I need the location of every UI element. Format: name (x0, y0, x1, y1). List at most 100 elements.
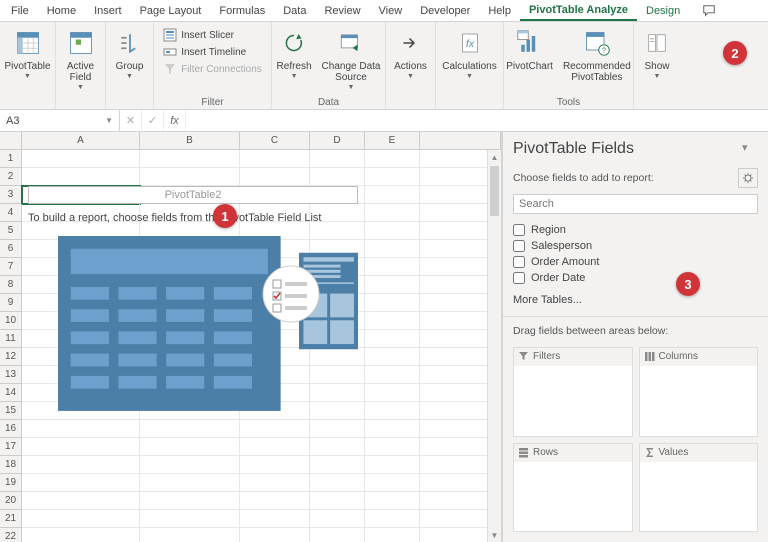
cell[interactable] (240, 438, 310, 456)
row-header[interactable]: 17 (0, 438, 22, 456)
tab-page-layout[interactable]: Page Layout (131, 2, 211, 20)
actions-button[interactable]: Actions ▼ (390, 25, 432, 82)
cell[interactable] (365, 150, 420, 168)
cell[interactable] (240, 528, 310, 542)
row-header[interactable]: 14 (0, 384, 22, 402)
tab-home[interactable]: Home (38, 2, 85, 20)
rows-drop-zone[interactable]: Rows (513, 443, 633, 533)
fx-button[interactable]: fx (164, 110, 186, 131)
row-header[interactable]: 2 (0, 168, 22, 186)
field-item[interactable]: Order Amount (513, 254, 758, 270)
row-header[interactable]: 6 (0, 240, 22, 258)
row-header[interactable]: 8 (0, 276, 22, 294)
row-header[interactable]: 13 (0, 366, 22, 384)
cell[interactable] (365, 420, 420, 438)
tab-data[interactable]: Data (274, 2, 315, 20)
pivottable-button[interactable]: PivotTable ▼ (0, 25, 54, 82)
calculations-button[interactable]: fx Calculations ▼ (438, 25, 500, 82)
values-drop-zone[interactable]: Values (639, 443, 759, 533)
cell[interactable] (310, 492, 365, 510)
column-header[interactable]: B (140, 132, 240, 149)
cell[interactable] (140, 510, 240, 528)
cell[interactable] (310, 510, 365, 528)
cell[interactable] (365, 222, 420, 240)
cell[interactable] (22, 528, 140, 542)
cell[interactable] (240, 492, 310, 510)
worksheet-area[interactable]: ABCDE12345678910111213141516171819202122… (0, 132, 502, 542)
pane-layout-button[interactable] (738, 168, 758, 188)
cell[interactable] (22, 510, 140, 528)
cell[interactable] (365, 168, 420, 186)
comments-button[interactable] (697, 1, 721, 21)
cell[interactable] (365, 294, 420, 312)
row-header[interactable]: 10 (0, 312, 22, 330)
cell[interactable] (22, 438, 140, 456)
column-header[interactable]: C (240, 132, 310, 149)
cell[interactable] (365, 312, 420, 330)
pane-menu-button[interactable]: ▾ (742, 141, 758, 157)
field-item[interactable]: Salesperson (513, 238, 758, 254)
row-header[interactable]: 1 (0, 150, 22, 168)
column-header[interactable]: E (365, 132, 420, 149)
cancel-formula-button[interactable]: ✕ (120, 110, 142, 131)
cell[interactable] (365, 402, 420, 420)
field-item[interactable]: Region (513, 222, 758, 238)
vertical-scrollbar[interactable]: ▲ ▼ (487, 150, 501, 542)
field-item[interactable]: Order Date (513, 270, 758, 286)
field-checkbox[interactable] (513, 224, 525, 236)
cell[interactable] (140, 150, 240, 168)
cell[interactable] (365, 240, 420, 258)
formula-input[interactable] (186, 110, 768, 131)
field-checkbox[interactable] (513, 272, 525, 284)
scroll-up-arrow[interactable]: ▲ (488, 150, 501, 164)
active-field-button[interactable]: Active Field ▼ (60, 25, 102, 93)
insert-timeline-button[interactable]: Insert Timeline (161, 44, 264, 60)
field-checkbox[interactable] (513, 256, 525, 268)
cell[interactable] (310, 474, 365, 492)
row-header[interactable]: 19 (0, 474, 22, 492)
cell[interactable] (365, 438, 420, 456)
cell[interactable] (22, 474, 140, 492)
change-data-source-button[interactable]: Change Data Source ▼ (318, 25, 385, 93)
tab-view[interactable]: View (370, 2, 412, 20)
cell[interactable] (310, 456, 365, 474)
cell[interactable] (365, 366, 420, 384)
row-header[interactable]: 22 (0, 528, 22, 542)
cell[interactable] (140, 438, 240, 456)
cell[interactable] (140, 492, 240, 510)
cell[interactable] (365, 528, 420, 542)
cell[interactable] (310, 168, 365, 186)
cell[interactable] (365, 330, 420, 348)
cell[interactable] (140, 168, 240, 186)
cell[interactable] (365, 186, 420, 204)
pivotchart-button[interactable]: PivotChart (502, 25, 557, 74)
cell[interactable] (365, 204, 420, 222)
row-header[interactable]: 5 (0, 222, 22, 240)
row-header[interactable]: 7 (0, 258, 22, 276)
cell[interactable] (365, 510, 420, 528)
cell[interactable] (365, 348, 420, 366)
cell[interactable] (365, 258, 420, 276)
tab-developer[interactable]: Developer (411, 2, 479, 20)
cell[interactable] (310, 150, 365, 168)
cell[interactable] (365, 474, 420, 492)
name-box[interactable]: A3 ▼ (0, 110, 120, 131)
row-header[interactable]: 9 (0, 294, 22, 312)
cell[interactable] (22, 492, 140, 510)
scrollbar-thumb[interactable] (490, 166, 499, 216)
accept-formula-button[interactable]: ✓ (142, 110, 164, 131)
tab-pivottable-analyze[interactable]: PivotTable Analyze (520, 1, 637, 21)
row-header[interactable]: 16 (0, 420, 22, 438)
cell[interactable] (365, 456, 420, 474)
cell[interactable] (240, 474, 310, 492)
cell[interactable] (240, 510, 310, 528)
cell[interactable] (240, 168, 310, 186)
row-header[interactable]: 20 (0, 492, 22, 510)
row-header[interactable]: 3 (0, 186, 22, 204)
cell[interactable] (22, 456, 140, 474)
cell[interactable] (365, 384, 420, 402)
scroll-down-arrow[interactable]: ▼ (488, 528, 501, 542)
row-header[interactable]: 12 (0, 348, 22, 366)
row-header[interactable]: 18 (0, 456, 22, 474)
tab-insert[interactable]: Insert (85, 2, 131, 20)
